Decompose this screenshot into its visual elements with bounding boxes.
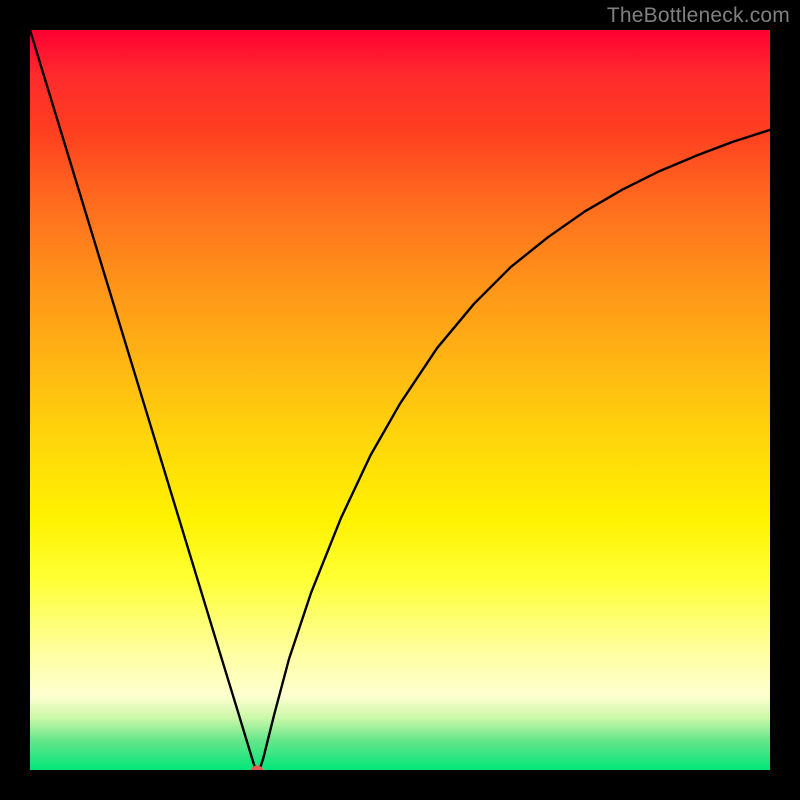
watermark-text: TheBottleneck.com (607, 4, 790, 28)
plot-area (30, 30, 770, 770)
minimum-marker (251, 766, 263, 771)
chart-container: TheBottleneck.com (0, 0, 800, 800)
marker-layer (30, 30, 770, 770)
